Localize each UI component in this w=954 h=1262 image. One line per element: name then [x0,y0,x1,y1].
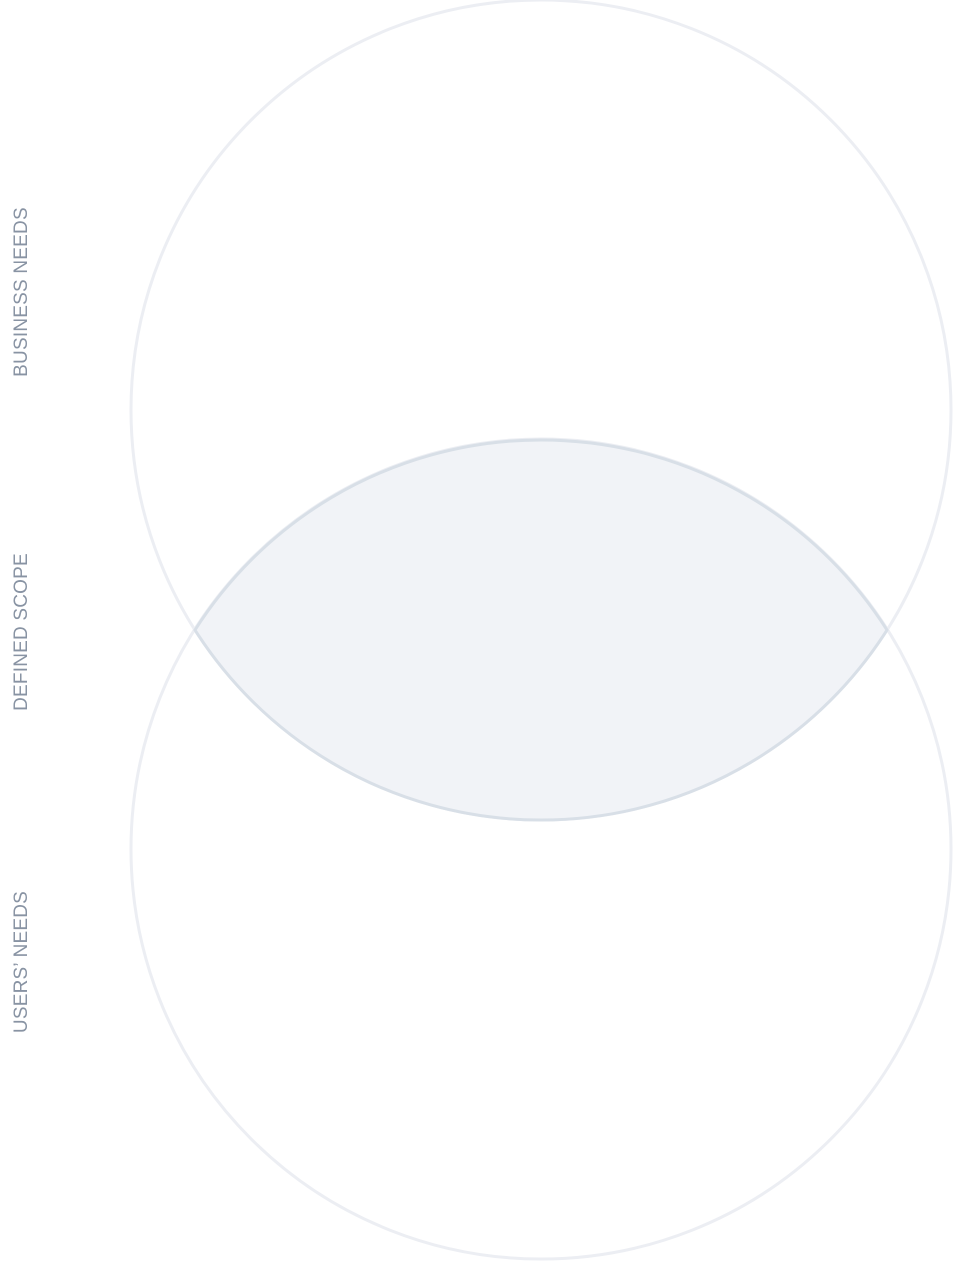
venn-diagram: BUSINESS NEEDS DEFINED SCOPE USERS’ NEED… [11,0,953,1261]
defined-scope-intersection [193,438,889,822]
users-needs-label: USERS’ NEEDS [11,891,32,1033]
defined-scope-label: DEFINED SCOPE [11,553,32,711]
venn-diagram-canvas: BUSINESS NEEDS DEFINED SCOPE USERS’ NEED… [0,0,954,1262]
business-needs-label: BUSINESS NEEDS [11,207,32,377]
